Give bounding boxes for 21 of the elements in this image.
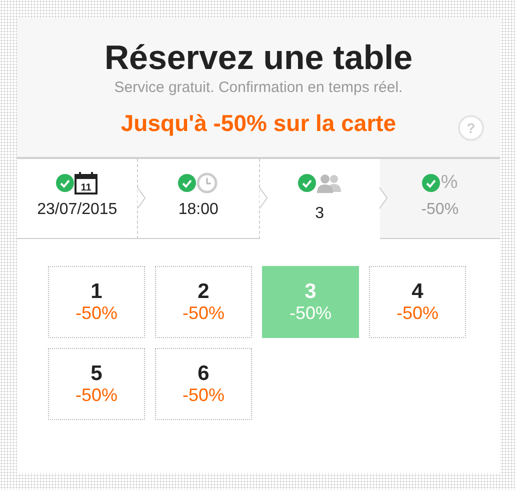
step-value: 3 (315, 205, 324, 223)
promo-text: Jusqu'à -50% sur la carte (120, 110, 396, 137)
subtitle: Service gratuit. Confirmation en temps réel. (114, 79, 403, 96)
party-size-option[interactable]: 6 -50% (155, 348, 252, 420)
clock-icon (196, 172, 218, 194)
party-size-option[interactable]: 5 -50% (48, 348, 145, 420)
chevron-icon (378, 187, 388, 209)
chevron-icon (258, 187, 268, 209)
step-tab[interactable]: 18:00 (138, 159, 260, 239)
party-size-option[interactable]: 2 -50% (155, 266, 252, 338)
calendar-icon: 11 (74, 171, 98, 195)
title: Réservez une table (104, 38, 413, 78)
percent-icon: % (440, 172, 458, 194)
step-tab[interactable]: 11 23/07/2015 (17, 159, 138, 239)
step-value: 18:00 (178, 201, 218, 219)
step-value: -50% (421, 201, 459, 219)
party-size-option[interactable]: 1 -50% (48, 266, 145, 338)
party-size-option[interactable]: 4 -50% (369, 266, 466, 338)
people-icon (316, 173, 342, 193)
chevron-icon (137, 187, 146, 209)
step-value: 23/07/2015 (37, 201, 118, 219)
